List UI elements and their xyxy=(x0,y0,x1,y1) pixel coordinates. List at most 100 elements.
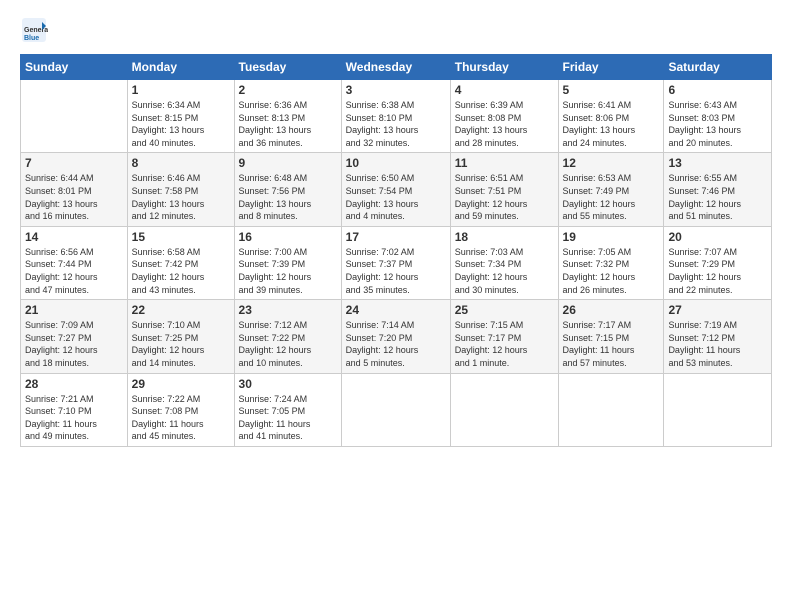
day-number: 5 xyxy=(563,83,660,97)
day-cell: 12 Sunrise: 6:53 AM Sunset: 7:49 PM Dayli… xyxy=(558,153,664,226)
day-cell: 23Sunrise: 7:12 AM Sunset: 7:22 PM Dayli… xyxy=(234,300,341,373)
day-number: 25 xyxy=(455,303,554,317)
column-header-wednesday: Wednesday xyxy=(341,55,450,80)
day-info: Sunrise: 7:21 AM Sunset: 7:10 PM Dayligh… xyxy=(25,393,123,443)
day-number: 12 xyxy=(563,156,660,170)
week-row-2: 7Sunrise: 6:44 AM Sunset: 8:01 PM Daylig… xyxy=(21,153,772,226)
day-cell: 10Sunrise: 6:50 AM Sunset: 7:54 PM Dayli… xyxy=(341,153,450,226)
day-number: 4 xyxy=(455,83,554,97)
day-number: 23 xyxy=(239,303,337,317)
day-number: 21 xyxy=(25,303,123,317)
day-cell: 25 Sunrise: 7:15 AM Sunset: 7:17 PM Dayli… xyxy=(450,300,558,373)
day-number: 20 xyxy=(668,230,767,244)
day-cell: 9 Sunrise: 6:48 AM Sunset: 7:56 PM Daylig… xyxy=(234,153,341,226)
day-info: Sunrise: 7:07 AM Sunset: 7:29 PM Dayligh… xyxy=(668,246,767,296)
day-info: Sunrise: 7:02 AM Sunset: 7:37 PM Dayligh… xyxy=(346,246,446,296)
logo-icon: General Blue xyxy=(20,16,48,44)
week-row-4: 21Sunrise: 7:09 AM Sunset: 7:27 PM Dayli… xyxy=(21,300,772,373)
day-info: Sunrise: 7:10 AM Sunset: 7:25 PM Dayligh… xyxy=(132,319,230,369)
week-row-3: 14 Sunrise: 6:56 AM Sunset: 7:44 PM Dayli… xyxy=(21,226,772,299)
day-cell: 14 Sunrise: 6:56 AM Sunset: 7:44 PM Dayli… xyxy=(21,226,128,299)
day-info: Sunrise: 7:00 AM Sunset: 7:39 PM Dayligh… xyxy=(239,246,337,296)
day-cell: 18 Sunrise: 7:03 AM Sunset: 7:34 PM Dayli… xyxy=(450,226,558,299)
day-info: Sunrise: 6:53 AM Sunset: 7:49 PM Dayligh… xyxy=(563,172,660,222)
day-info: Sunrise: 6:41 AM Sunset: 8:06 PM Dayligh… xyxy=(563,99,660,149)
day-cell: 17 Sunrise: 7:02 AM Sunset: 7:37 PM Dayli… xyxy=(341,226,450,299)
day-number: 11 xyxy=(455,156,554,170)
day-cell: 3Sunrise: 6:38 AM Sunset: 8:10 PM Daylig… xyxy=(341,80,450,153)
day-cell: 5 Sunrise: 6:41 AM Sunset: 8:06 PM Daylig… xyxy=(558,80,664,153)
day-cell: 30 Sunrise: 7:24 AM Sunset: 7:05 PM Dayli… xyxy=(234,373,341,446)
day-cell: 16 Sunrise: 7:00 AM Sunset: 7:39 PM Dayli… xyxy=(234,226,341,299)
day-number: 29 xyxy=(132,377,230,391)
day-cell xyxy=(558,373,664,446)
calendar-body: 1 Sunrise: 6:34 AM Sunset: 8:15 PM Daylig… xyxy=(21,80,772,447)
day-number: 26 xyxy=(563,303,660,317)
svg-text:General: General xyxy=(24,27,48,34)
day-info: Sunrise: 6:36 AM Sunset: 8:13 PM Dayligh… xyxy=(239,99,337,149)
svg-text:Blue: Blue xyxy=(24,35,39,42)
day-info: Sunrise: 6:51 AM Sunset: 7:51 PM Dayligh… xyxy=(455,172,554,222)
day-number: 2 xyxy=(239,83,337,97)
day-cell: 29Sunrise: 7:22 AM Sunset: 7:08 PM Dayli… xyxy=(127,373,234,446)
logo: General Blue xyxy=(20,16,52,44)
column-header-tuesday: Tuesday xyxy=(234,55,341,80)
day-number: 30 xyxy=(239,377,337,391)
day-number: 14 xyxy=(25,230,123,244)
day-info: Sunrise: 6:38 AM Sunset: 8:10 PM Dayligh… xyxy=(346,99,446,149)
day-cell xyxy=(450,373,558,446)
day-number: 9 xyxy=(239,156,337,170)
column-header-thursday: Thursday xyxy=(450,55,558,80)
day-info: Sunrise: 6:46 AM Sunset: 7:58 PM Dayligh… xyxy=(132,172,230,222)
week-row-5: 28 Sunrise: 7:21 AM Sunset: 7:10 PM Dayli… xyxy=(21,373,772,446)
day-number: 18 xyxy=(455,230,554,244)
day-cell: 1 Sunrise: 6:34 AM Sunset: 8:15 PM Daylig… xyxy=(127,80,234,153)
day-number: 8 xyxy=(132,156,230,170)
day-number: 6 xyxy=(668,83,767,97)
day-info: Sunrise: 6:55 AM Sunset: 7:46 PM Dayligh… xyxy=(668,172,767,222)
day-cell: 15 Sunrise: 6:58 AM Sunset: 7:42 PM Dayli… xyxy=(127,226,234,299)
day-cell: 20 Sunrise: 7:07 AM Sunset: 7:29 PM Dayli… xyxy=(664,226,772,299)
day-info: Sunrise: 6:39 AM Sunset: 8:08 PM Dayligh… xyxy=(455,99,554,149)
day-cell: 2 Sunrise: 6:36 AM Sunset: 8:13 PM Daylig… xyxy=(234,80,341,153)
page-header: General Blue xyxy=(20,16,772,44)
day-info: Sunrise: 6:48 AM Sunset: 7:56 PM Dayligh… xyxy=(239,172,337,222)
day-info: Sunrise: 7:03 AM Sunset: 7:34 PM Dayligh… xyxy=(455,246,554,296)
day-cell xyxy=(664,373,772,446)
header-row: SundayMondayTuesdayWednesdayThursdayFrid… xyxy=(21,55,772,80)
day-number: 13 xyxy=(668,156,767,170)
day-cell: 19 Sunrise: 7:05 AM Sunset: 7:32 PM Dayli… xyxy=(558,226,664,299)
day-cell: 8 Sunrise: 6:46 AM Sunset: 7:58 PM Daylig… xyxy=(127,153,234,226)
day-info: Sunrise: 6:43 AM Sunset: 8:03 PM Dayligh… xyxy=(668,99,767,149)
day-number: 17 xyxy=(346,230,446,244)
calendar-table: SundayMondayTuesdayWednesdayThursdayFrid… xyxy=(20,54,772,447)
day-cell: 21Sunrise: 7:09 AM Sunset: 7:27 PM Dayli… xyxy=(21,300,128,373)
day-info: Sunrise: 6:56 AM Sunset: 7:44 PM Dayligh… xyxy=(25,246,123,296)
column-header-friday: Friday xyxy=(558,55,664,80)
day-number: 10 xyxy=(346,156,446,170)
day-info: Sunrise: 7:15 AM Sunset: 7:17 PM Dayligh… xyxy=(455,319,554,369)
day-info: Sunrise: 6:58 AM Sunset: 7:42 PM Dayligh… xyxy=(132,246,230,296)
day-cell: 11 Sunrise: 6:51 AM Sunset: 7:51 PM Dayli… xyxy=(450,153,558,226)
day-cell: 6 Sunrise: 6:43 AM Sunset: 8:03 PM Daylig… xyxy=(664,80,772,153)
day-number: 27 xyxy=(668,303,767,317)
day-info: Sunrise: 7:24 AM Sunset: 7:05 PM Dayligh… xyxy=(239,393,337,443)
day-number: 19 xyxy=(563,230,660,244)
day-info: Sunrise: 6:44 AM Sunset: 8:01 PM Dayligh… xyxy=(25,172,123,222)
day-number: 22 xyxy=(132,303,230,317)
day-number: 16 xyxy=(239,230,337,244)
day-info: Sunrise: 6:34 AM Sunset: 8:15 PM Dayligh… xyxy=(132,99,230,149)
day-number: 28 xyxy=(25,377,123,391)
day-number: 15 xyxy=(132,230,230,244)
calendar-header: SundayMondayTuesdayWednesdayThursdayFrid… xyxy=(21,55,772,80)
day-cell: 4 Sunrise: 6:39 AM Sunset: 8:08 PM Daylig… xyxy=(450,80,558,153)
day-info: Sunrise: 7:05 AM Sunset: 7:32 PM Dayligh… xyxy=(563,246,660,296)
day-cell: 7Sunrise: 6:44 AM Sunset: 8:01 PM Daylig… xyxy=(21,153,128,226)
day-number: 1 xyxy=(132,83,230,97)
day-info: Sunrise: 7:14 AM Sunset: 7:20 PM Dayligh… xyxy=(346,319,446,369)
column-header-sunday: Sunday xyxy=(21,55,128,80)
day-cell: 24Sunrise: 7:14 AM Sunset: 7:20 PM Dayli… xyxy=(341,300,450,373)
day-cell: 22 Sunrise: 7:10 AM Sunset: 7:25 PM Dayli… xyxy=(127,300,234,373)
column-header-monday: Monday xyxy=(127,55,234,80)
day-cell xyxy=(21,80,128,153)
